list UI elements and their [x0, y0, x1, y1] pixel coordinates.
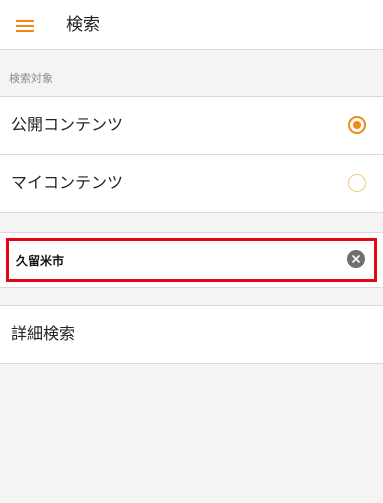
advanced-search-label: 詳細検索 [11, 324, 76, 343]
search-field-highlight [6, 238, 377, 282]
radio-unselected-icon[interactable] [348, 174, 366, 192]
app-header: 検索 [0, 0, 383, 50]
option-label: マイコンテンツ [11, 173, 124, 192]
clear-icon[interactable] [347, 250, 365, 268]
option-public-contents[interactable]: 公開コンテンツ [0, 96, 383, 154]
radio-selected-icon[interactable] [348, 116, 366, 134]
search-input[interactable] [16, 250, 336, 270]
option-label: 公開コンテンツ [11, 115, 124, 134]
search-bar [0, 232, 383, 288]
advanced-search-item[interactable]: 詳細検索 [0, 305, 383, 364]
page-title: 検索 [66, 15, 100, 35]
hamburger-menu-icon[interactable] [16, 20, 34, 32]
option-my-contents[interactable]: マイコンテンツ [0, 154, 383, 213]
search-target-label: 検索対象 [9, 72, 53, 85]
